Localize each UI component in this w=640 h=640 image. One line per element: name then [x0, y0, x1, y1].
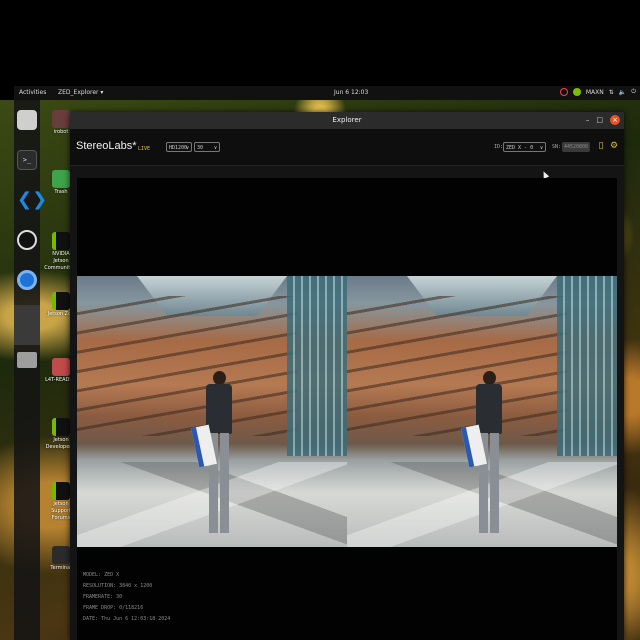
activities-button[interactable]: Activities — [19, 89, 46, 96]
nvidia-icon — [52, 232, 70, 250]
drive-icon[interactable] — [17, 352, 37, 368]
terminal-icon[interactable]: >_ — [17, 150, 37, 170]
window-titlebar[interactable]: Explorer – □ × — [70, 112, 624, 129]
info-date: DATE: Thu Jun 6 12:03:18 2024 — [83, 616, 171, 622]
camera-id-select[interactable]: ZED X - 0 ∨ — [503, 142, 546, 152]
explorer-window: Explorer – □ × StereoLabs* LIVE HD1200 ∨ … — [70, 112, 624, 640]
dock: >_ ❮❯ — [14, 100, 47, 640]
power-icon[interactable]: ⏻ — [631, 88, 636, 96]
chromium-icon[interactable] — [17, 270, 37, 290]
live-label: LIVE — [138, 146, 151, 152]
info-frame-drop: FRAME DROP: 0/118216 — [83, 605, 144, 611]
close-icon[interactable]: × — [610, 115, 620, 125]
nvidia-icon — [52, 482, 70, 500]
fps-select[interactable]: 30 ∨ — [194, 142, 220, 152]
camera-info-panel: MODEL: ZED X RESOLUTION: 3840 x 1200 FRA… — [83, 570, 170, 625]
clock[interactable]: Jun 6 12:03 — [334, 89, 368, 96]
minimize-icon[interactable]: – — [586, 115, 590, 125]
chevron-down-icon: ∨ — [185, 145, 189, 151]
power-mode-label[interactable]: MAXN — [586, 89, 604, 96]
info-resolution: RESOLUTION: 3840 x 1200 — [83, 583, 153, 589]
stereo-video-feed — [77, 276, 617, 547]
top-bar: Activities ZED_Explorer ▾ Jun 6 12:03 MA… — [14, 86, 640, 100]
files-icon[interactable] — [17, 110, 37, 130]
info-framerate: FRAMERATE: 30 — [83, 594, 123, 600]
volume-icon[interactable]: 🔈 — [619, 89, 626, 96]
system-tray[interactable]: MAXN ⇅ 🔈 ⏻ — [559, 88, 636, 96]
person-figure — [191, 371, 237, 541]
obs-icon[interactable] — [17, 230, 37, 250]
chevron-down-icon: ∨ — [539, 145, 543, 151]
network-icon[interactable]: ⇅ — [609, 89, 614, 96]
chevron-down-icon: ∨ — [213, 145, 217, 151]
gear-icon[interactable]: ⚙ — [609, 141, 619, 152]
vscode-icon[interactable]: ❮❯ — [17, 190, 47, 210]
update-icon[interactable] — [559, 88, 568, 96]
resolution-select[interactable]: HD1200 ∨ — [166, 142, 192, 152]
explorer-toolbar: StereoLabs* LIVE HD1200 ∨ 30 ∨ ID: ZED X -… — [70, 129, 624, 179]
app-menu[interactable]: ZED_Explorer ▾ — [58, 89, 103, 96]
id-label: ID: — [494, 144, 504, 150]
drive-icon — [52, 358, 70, 376]
window-title: Explorer — [332, 116, 362, 124]
left-camera-frame — [77, 276, 347, 547]
nvidia-icon — [52, 292, 70, 310]
nvidia-icon — [52, 418, 70, 436]
zed-explorer-dock-icon[interactable] — [14, 305, 40, 345]
folder-icon — [52, 110, 70, 128]
video-viewport[interactable]: MODEL: ZED X RESOLUTION: 3840 x 1200 FRA… — [77, 178, 617, 640]
person-figure — [461, 371, 507, 541]
maximize-icon[interactable]: □ — [596, 115, 603, 125]
terminal-icon — [52, 546, 70, 564]
trash-icon — [52, 170, 70, 188]
brand-logo: StereoLabs* — [76, 140, 137, 152]
info-model: MODEL: ZED X — [83, 572, 120, 578]
right-camera-frame — [347, 276, 617, 547]
sn-label: SN: — [552, 144, 562, 150]
serial-number-field: 44520808 — [562, 142, 590, 152]
record-icon[interactable]: ▯ — [596, 141, 606, 152]
nvidia-icon — [572, 88, 581, 96]
